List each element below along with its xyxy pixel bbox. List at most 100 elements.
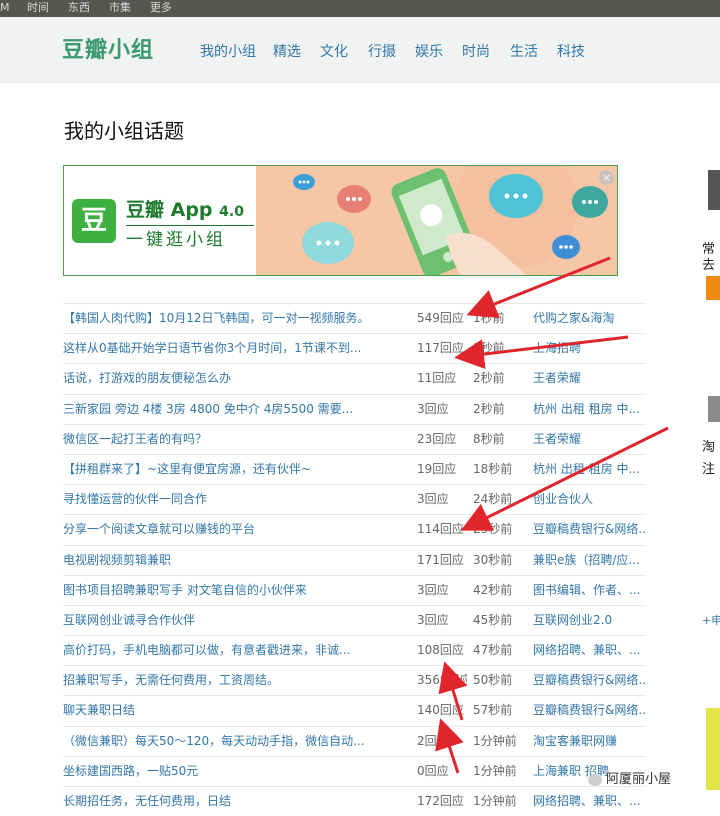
topic-title-link[interactable]: 寻找懂运营的伙伴一同合作 <box>63 485 413 514</box>
nav-travel[interactable]: 行摄 <box>368 43 396 61</box>
topic-title-link[interactable]: （微信兼职）每天50～120，每天动动手指，微信自动... <box>63 727 413 756</box>
side-text-fragment-a: 淘 <box>702 440 716 455</box>
table-row[interactable]: 互联网创业诚寻合作伙伴 3回应 45秒前 互联网创业2.0 <box>63 604 646 635</box>
group-name-link[interactable]: 王者荣耀 <box>533 425 645 454</box>
side-thumbnail[interactable] <box>708 170 720 210</box>
post-time: 1秒前 <box>473 311 505 325</box>
nav-featured[interactable]: 精选 <box>273 43 301 61</box>
topic-title-link[interactable]: 微信区一起打王者的有吗？ <box>63 425 413 454</box>
group-name-link[interactable]: 兼职e族（招聘/应... <box>533 546 645 575</box>
table-row[interactable]: 分享一个阅读文章就可以赚钱的平台 114回应 29秒前 豆瓣稿费银行&网络... <box>63 514 646 544</box>
top-bar: M 时间 东西 市集 更多 <box>0 0 720 17</box>
reply-count: 108回应 <box>417 643 464 658</box>
table-row[interactable]: 聊天兼职日结 140回应 57秒前 豆瓣稿费银行&网络... <box>63 695 646 725</box>
nav-fashion[interactable]: 时尚 <box>462 43 490 61</box>
reply-count: 2回应 <box>417 733 449 748</box>
nav-culture[interactable]: 文化 <box>320 43 348 61</box>
table-row[interactable]: （微信兼职）每天50～120，每天动动手指，微信自动... 2回应 1分钟前 淘宝客兼… <box>63 725 646 756</box>
app-promo-banner[interactable]: 豆 豆瓣 App 4.0 一键逛小组 × <box>63 165 618 276</box>
banner-brand-area: 豆 豆瓣 App 4.0 一键逛小组 <box>64 166 256 275</box>
topbar-item-market[interactable]: 市集 <box>109 1 131 15</box>
banner-divider <box>126 225 254 226</box>
side-gray-thumbnail[interactable] <box>708 396 720 422</box>
reply-count: 3回应 <box>417 492 449 507</box>
group-name-link[interactable]: 上海招聘 <box>533 334 645 363</box>
group-name-link[interactable]: 互联网创业2.0 <box>533 606 645 635</box>
table-row[interactable]: 图书项目招聘兼职写手 对文笔自信的小伙伴来 3回应 42秒前 图书编辑、作者、... <box>63 574 646 605</box>
post-time: 42秒前 <box>473 582 513 597</box>
douban-group-logo[interactable]: 豆瓣小组 <box>62 37 154 65</box>
topic-title-link[interactable]: 聊天兼职日结 <box>63 696 413 725</box>
post-time: 8秒前 <box>473 431 505 446</box>
nav-entertainment[interactable]: 娱乐 <box>415 43 443 61</box>
app-name-text: 豆瓣 App <box>126 199 213 221</box>
douban-app-icon: 豆 <box>72 199 116 243</box>
post-time: 50秒前 <box>473 673 513 688</box>
topic-title-link[interactable]: 这样从0基础开始学日语节省你3个月时间，1节课不到... <box>63 334 413 363</box>
group-name-link[interactable]: 淘宝客兼职网赚 <box>533 727 645 756</box>
page-title: 我的小组话题 <box>64 119 184 143</box>
close-icon[interactable]: × <box>599 170 614 185</box>
topic-title-link[interactable]: 坐标建国西路，一贴50元 <box>63 757 413 786</box>
group-name-link[interactable]: 创业合伙人 <box>533 485 645 514</box>
topic-title-link[interactable]: 互联网创业诚寻合作伙伴 <box>63 606 413 635</box>
group-name-link[interactable]: 代购之家&海淘 <box>533 304 645 333</box>
topic-title-link[interactable]: 【拼租群来了】~这里有便宜房源，还有伙伴~ <box>63 455 413 484</box>
group-name-link[interactable]: 王者荣耀 <box>533 364 645 393</box>
post-time: 1秒前 <box>473 341 505 356</box>
banner-tagline: 一键逛小组 <box>126 230 226 250</box>
table-row[interactable]: 这样从0基础开始学日语节省你3个月时间，1节课不到... 117回应 1秒前 上海招聘 <box>63 333 646 363</box>
post-time: 47秒前 <box>473 643 513 658</box>
table-row[interactable]: 招兼职写手，无需任何费用，工资周结。 3569回应 50秒前 豆瓣稿费银行&网络... <box>63 665 646 695</box>
group-name-link[interactable]: 豆瓣稿费银行&网络... <box>533 515 645 544</box>
topbar-item-more[interactable]: 更多 <box>150 1 172 15</box>
post-time: 2秒前 <box>473 401 505 416</box>
topic-title-link[interactable]: 三新家园 旁边 4楼 3房 4800 免中介 4房5500 需要... <box>63 395 413 424</box>
phone-chat-illustration <box>293 166 608 275</box>
topic-title-link[interactable]: 高价打码，手机电脑都可以做，有意者戳进来，非诚... <box>63 636 413 665</box>
table-row[interactable]: 微信区一起打王者的有吗？ 23回应 8秒前 王者荣耀 <box>63 423 646 454</box>
topic-title-link[interactable]: 【韩国人肉代购】10月12日飞韩国，可一对一视频服务。 <box>63 304 413 333</box>
table-row[interactable]: 电视剧视频剪辑兼职 171回应 30秒前 兼职e族（招聘/应... <box>63 544 646 575</box>
reply-count: 3回应 <box>417 401 449 416</box>
topbar-item-things[interactable]: 东西 <box>68 1 90 15</box>
post-time: 1分钟前 <box>473 733 517 748</box>
table-row[interactable]: 高价打码，手机电脑都可以做，有意者戳进来，非诚... 108回应 47秒前 网络招聘、… <box>63 635 646 665</box>
side-group-icon[interactable] <box>706 276 720 300</box>
table-row[interactable]: 长期招任务，无任何费用，日结 172回应 1分钟前 网络招聘、兼职、... <box>63 786 646 816</box>
table-row[interactable]: 寻找懂运营的伙伴一同合作 3回应 24秒前 创业合伙人 <box>63 484 646 514</box>
table-row[interactable]: 坐标建国西路，一贴50元 0回应 1分钟前 上海兼职 招聘 <box>63 755 646 786</box>
topic-title-link[interactable]: 电视剧视频剪辑兼职 <box>63 546 413 575</box>
topic-title-link[interactable]: 话说，打游戏的朋友便秘怎么办 <box>63 364 413 393</box>
group-name-link[interactable]: 豆瓣稿费银行&网络... <box>533 696 645 725</box>
group-name-link[interactable]: 豆瓣稿费银行&网络... <box>533 666 645 695</box>
reply-count: 114回应 <box>417 522 464 537</box>
nav-tech[interactable]: 科技 <box>557 43 585 61</box>
group-name-link[interactable]: 杭州 出租 租房 中... <box>533 455 645 484</box>
post-time: 30秒前 <box>473 552 513 567</box>
nav-life[interactable]: 生活 <box>510 43 538 61</box>
site-header: 豆瓣小组 我的小组 精选 文化 行摄 娱乐 时尚 生活 科技 <box>0 17 720 83</box>
nav-my-groups[interactable]: 我的小组 <box>200 43 256 61</box>
side-green-ad[interactable] <box>706 708 720 790</box>
side-heading-fragment: 常去 <box>702 242 716 273</box>
table-row[interactable]: 【拼租群来了】~这里有便宜房源，还有伙伴~ 19回应 18秒前 杭州 出租 租房 中.… <box>63 453 646 484</box>
topic-title-link[interactable]: 图书项目招聘兼职写手 对文笔自信的小伙伴来 <box>63 576 413 605</box>
topbar-item-time[interactable]: 时间 <box>27 1 49 15</box>
app-version: 4.0 <box>219 204 244 220</box>
group-name-link[interactable]: 图书编辑、作者、... <box>533 576 645 605</box>
table-row[interactable]: 话说，打游戏的朋友便秘怎么办 11回应 2秒前 王者荣耀 <box>63 363 646 393</box>
side-apply-link[interactable]: +申 <box>702 613 720 629</box>
topic-table: 【韩国人肉代购】10月12日飞韩国，可一对一视频服务。 549回应 1秒前 代购之家&… <box>63 303 646 816</box>
topic-title-link[interactable]: 分享一个阅读文章就可以赚钱的平台 <box>63 515 413 544</box>
table-row[interactable]: 【韩国人肉代购】10月12日飞韩国，可一对一视频服务。 549回应 1秒前 代购之家&… <box>63 303 646 333</box>
post-time: 2秒前 <box>473 371 505 386</box>
banner-illustration: × <box>256 166 617 275</box>
topbar-item-m[interactable]: M <box>0 1 10 15</box>
post-time: 45秒前 <box>473 612 513 627</box>
table-row[interactable]: 三新家园 旁边 4楼 3房 4800 免中介 4房5500 需要... 3回应 2秒… <box>63 393 646 424</box>
group-name-link[interactable]: 杭州 出租 租房 中... <box>533 395 645 424</box>
topic-title-link[interactable]: 招兼职写手，无需任何费用，工资周结。 <box>63 666 413 695</box>
group-name-link[interactable]: 网络招聘、兼职、... <box>533 636 645 665</box>
watermark-text: 阿厦丽小屋 <box>606 772 672 787</box>
